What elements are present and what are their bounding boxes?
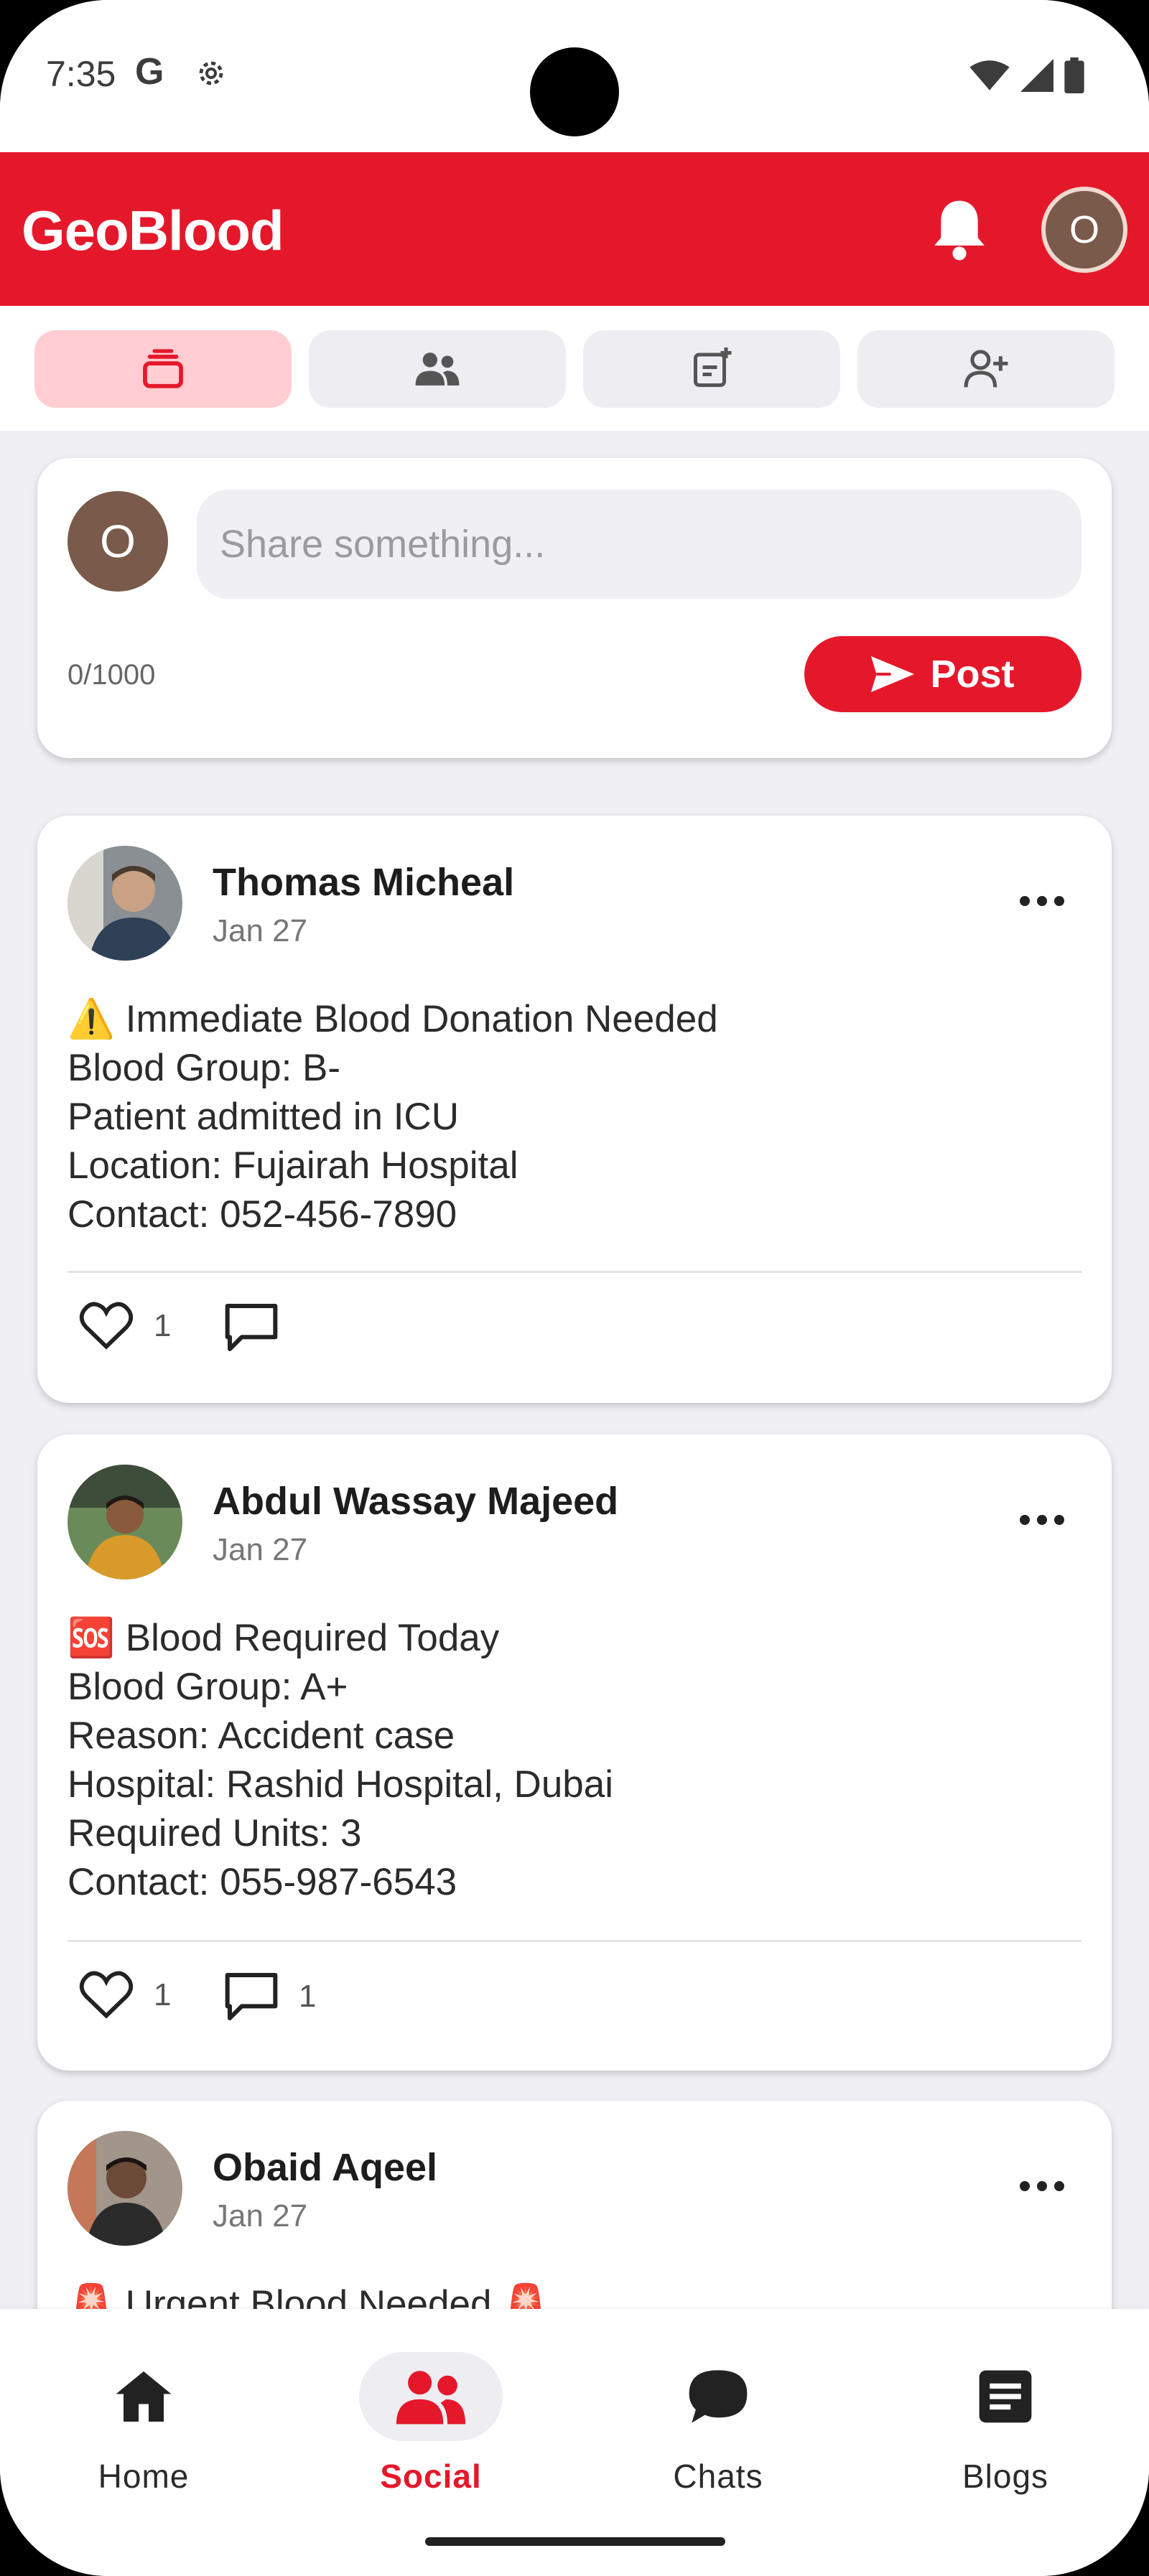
post-button[interactable]: Post <box>804 636 1081 712</box>
people-icon <box>415 353 460 386</box>
bottom-navigation: Home Social Chats Blogs <box>0 2309 1149 2576</box>
article-icon <box>979 2370 1032 2423</box>
status-bar: 7:35 G <box>0 0 1149 152</box>
status-icons <box>969 57 1084 93</box>
post-author[interactable]: Thomas Micheal <box>213 860 514 905</box>
post-body: ⚠️ Immediate Blood Donation Needed Blood… <box>68 998 718 1236</box>
battery-icon <box>1064 57 1084 93</box>
settings-gear-icon <box>199 61 223 85</box>
stack-icon <box>143 349 183 388</box>
section-tabs <box>0 306 1149 431</box>
nav-blogs-label: Blogs <box>962 2458 1049 2495</box>
nav-chats-icon-wrap <box>646 2352 790 2441</box>
post-composer: O 0/1000 Post <box>37 458 1112 758</box>
google-icon: G <box>135 51 164 93</box>
nav-blogs[interactable]: Blogs <box>898 2330 1113 2503</box>
post-divider <box>68 1271 1081 1273</box>
nav-home-icon-wrap <box>72 2352 215 2441</box>
author-avatar[interactable] <box>68 846 182 961</box>
nav-home[interactable]: Home <box>36 2330 251 2503</box>
home-icon <box>116 2371 172 2422</box>
post-author[interactable]: Abdul Wassay Majeed <box>213 1479 618 1523</box>
tab-groups[interactable] <box>309 330 566 408</box>
post-button-label: Post <box>930 653 1015 696</box>
send-icon <box>871 656 915 692</box>
profile-avatar[interactable]: O <box>1041 187 1127 273</box>
person-add-icon <box>964 350 1008 388</box>
tab-feed[interactable] <box>34 330 292 408</box>
share-input[interactable] <box>197 490 1081 599</box>
post-date: Jan 27 <box>213 1532 308 1567</box>
like-count: 1 <box>154 1308 172 1343</box>
post-body: 🆘 Blood Required Today Blood Group: A+ R… <box>68 1617 614 1903</box>
home-indicator-bar[interactable] <box>425 2537 725 2546</box>
character-count: 0/1000 <box>68 659 156 691</box>
chat-icon <box>689 2370 748 2423</box>
people-icon <box>396 2371 466 2425</box>
tab-add-friend[interactable] <box>857 330 1115 408</box>
tab-create-post[interactable] <box>583 330 840 408</box>
app-bar: GeoBlood O <box>0 152 1149 306</box>
post-card: Thomas Micheal Jan 27 ⚠️ Immediate Blood… <box>37 816 1112 1403</box>
more-options-icon[interactable] <box>1020 1515 1064 1525</box>
more-options-icon[interactable] <box>1020 2181 1064 2191</box>
comment-button[interactable]: 1 <box>223 1970 316 2023</box>
author-avatar[interactable] <box>68 1465 182 1579</box>
wifi-icon <box>969 60 1010 90</box>
status-time: 7:35 <box>46 54 116 94</box>
post-date: Jan 27 <box>213 913 308 948</box>
composer-avatar: O <box>68 491 168 592</box>
nav-home-label: Home <box>98 2458 190 2495</box>
like-count: 1 <box>154 1977 172 2012</box>
nav-blogs-icon-wrap <box>934 2352 1077 2441</box>
post-divider <box>68 1940 1081 1942</box>
nav-social-label: Social <box>380 2458 482 2495</box>
heart-icon <box>79 1302 134 1350</box>
nav-chats-label: Chats <box>673 2458 763 2495</box>
app-title: GeoBlood <box>22 199 284 262</box>
like-button[interactable]: 1 <box>78 1970 171 2020</box>
post-card: Abdul Wassay Majeed Jan 27 🆘 Blood Requi… <box>37 1434 1112 2071</box>
more-options-icon[interactable] <box>1020 896 1064 906</box>
comment-icon <box>225 1304 278 1351</box>
phone-screen: 7:35 G GeoBlood O O Share something... 0… <box>0 0 1149 2576</box>
heart-icon <box>79 1971 134 2019</box>
author-avatar[interactable] <box>68 2131 182 2246</box>
notification-bell-icon[interactable] <box>928 195 991 264</box>
comment-button[interactable] <box>223 1301 299 1354</box>
post-date: Jan 27 <box>213 2198 308 2234</box>
comment-count: 1 <box>299 1979 317 2014</box>
post-author[interactable]: Obaid Aqeel <box>213 2145 437 2190</box>
nav-social[interactable]: Social <box>323 2330 539 2503</box>
signal-icon <box>1020 59 1053 92</box>
comment-icon <box>225 1973 278 2020</box>
nav-chats[interactable]: Chats <box>610 2330 826 2503</box>
like-button[interactable]: 1 <box>78 1301 171 1351</box>
camera-cutout <box>530 47 619 136</box>
nav-social-icon-wrap <box>359 2352 503 2441</box>
edit-note-icon <box>694 347 732 387</box>
